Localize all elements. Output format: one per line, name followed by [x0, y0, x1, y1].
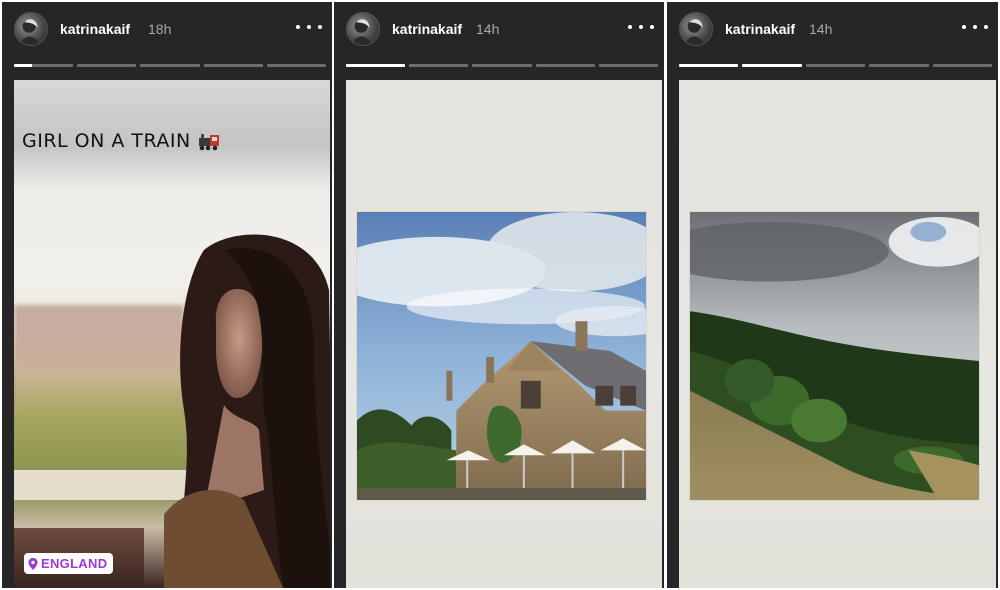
- story-timestamp: 18h: [148, 21, 172, 37]
- progress-segment: [140, 64, 200, 67]
- story-timestamp: 14h: [476, 21, 500, 37]
- profile-avatar[interactable]: [14, 12, 48, 46]
- story-media[interactable]: [346, 80, 662, 588]
- progress-segment: [472, 64, 532, 67]
- progress-fill: [14, 64, 32, 67]
- profile-avatar[interactable]: [346, 12, 380, 46]
- progress-segment: [869, 64, 929, 67]
- progress-segment: [14, 64, 74, 67]
- progress-segment: [598, 64, 659, 67]
- story-header: katrinakaif 14h: [667, 2, 998, 60]
- story-progress-bar: [346, 64, 659, 67]
- progress-segment: [409, 64, 469, 67]
- story-progress-bar: [679, 64, 993, 67]
- progress-segment: [266, 64, 327, 67]
- progress-fill: [679, 64, 739, 67]
- train-emoji-icon: [198, 131, 219, 151]
- progress-fill: [742, 64, 802, 67]
- green-hillside-photo: [689, 211, 980, 501]
- progress-segment: [535, 64, 595, 67]
- story-timestamp: 14h: [809, 21, 833, 37]
- story-header: katrinakaif 18h: [2, 2, 332, 60]
- location-pin-icon: [28, 557, 38, 570]
- woman-on-train-photo: [14, 80, 330, 588]
- more-options-icon[interactable]: [962, 16, 988, 38]
- woman-silhouette: [164, 234, 330, 588]
- progress-segment: [346, 64, 406, 67]
- story-caption: GIRL ON A TRAIN: [22, 130, 221, 152]
- story-panel-2[interactable]: katrinakaif 14h: [334, 2, 664, 588]
- country-manor-house-photo: [356, 211, 647, 501]
- username[interactable]: katrinakaif: [60, 21, 130, 37]
- story-progress-bar: [14, 64, 327, 67]
- progress-segment: [932, 64, 993, 67]
- story-panel-1[interactable]: katrinakaif 18h GIRL ON A TRAIN ENGLAND: [2, 2, 332, 588]
- profile-avatar[interactable]: [679, 12, 713, 46]
- story-header: katrinakaif 14h: [334, 2, 664, 60]
- more-options-icon[interactable]: [628, 16, 654, 38]
- location-label: ENGLAND: [41, 556, 108, 571]
- username[interactable]: katrinakaif: [725, 21, 795, 37]
- progress-segment: [679, 64, 739, 67]
- caption-text: GIRL ON A TRAIN: [22, 130, 191, 152]
- story-panel-3[interactable]: katrinakaif 14h: [667, 2, 998, 588]
- progress-segment: [805, 64, 866, 67]
- progress-segment: [742, 64, 802, 67]
- location-sticker[interactable]: ENGLAND: [24, 553, 114, 574]
- progress-segment: [203, 64, 263, 67]
- story-media[interactable]: GIRL ON A TRAIN ENGLAND: [14, 80, 330, 588]
- more-options-icon[interactable]: [296, 16, 322, 38]
- story-media[interactable]: [679, 80, 996, 588]
- username[interactable]: katrinakaif: [392, 21, 462, 37]
- progress-fill: [346, 64, 406, 67]
- progress-segment: [77, 64, 137, 67]
